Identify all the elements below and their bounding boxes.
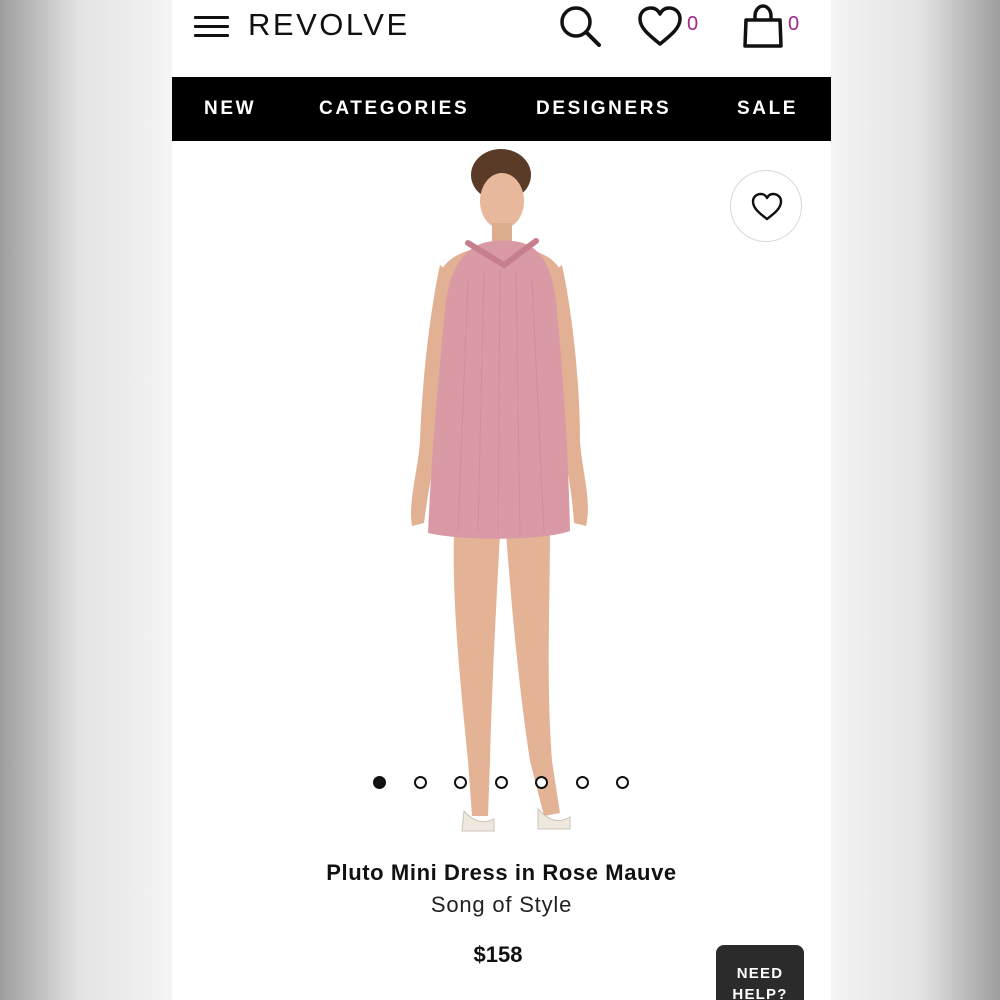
image-carousel-dots [373, 776, 633, 792]
carousel-dot-6[interactable] [576, 776, 589, 789]
search-icon[interactable] [558, 4, 604, 48]
carousel-dot-2[interactable] [414, 776, 427, 789]
product-brand-link[interactable]: Song of Style [172, 891, 831, 919]
heart-icon [751, 192, 783, 221]
model-illustration [411, 149, 588, 832]
nav-new[interactable]: NEW [204, 97, 256, 121]
revolve-logo[interactable]: REVOLVE [248, 6, 410, 44]
add-to-wishlist-button[interactable] [730, 170, 802, 242]
product-page: REVOLVE 0 0 NEW CATEGORIES DESIGNERS SAL… [172, 0, 831, 1000]
top-header: REVOLVE 0 0 [172, 0, 831, 77]
carousel-dot-4[interactable] [495, 776, 508, 789]
carousel-dot-1[interactable] [373, 776, 386, 789]
need-help-label: NEED HELP? [732, 965, 788, 1000]
nav-designers[interactable]: DESIGNERS [536, 97, 671, 121]
bag-count[interactable]: 0 [788, 12, 799, 36]
product-title: Pluto Mini Dress in Rose Mauve [326, 860, 677, 885]
product-image[interactable] [172, 141, 831, 850]
shopping-bag-icon[interactable] [741, 4, 785, 48]
wishlist-count[interactable]: 0 [687, 12, 698, 36]
carousel-dot-7[interactable] [616, 776, 629, 789]
carousel-dot-5[interactable] [535, 776, 548, 789]
nav-categories[interactable]: CATEGORIES [319, 97, 469, 121]
nav-sale[interactable]: SALE [737, 97, 798, 121]
menu-icon[interactable] [194, 14, 230, 40]
carousel-dot-3[interactable] [454, 776, 467, 789]
main-nav: NEW CATEGORIES DESIGNERS SALE [172, 77, 831, 141]
wishlist-heart-icon[interactable] [637, 6, 683, 48]
need-help-button[interactable]: NEED HELP? [716, 945, 804, 1000]
